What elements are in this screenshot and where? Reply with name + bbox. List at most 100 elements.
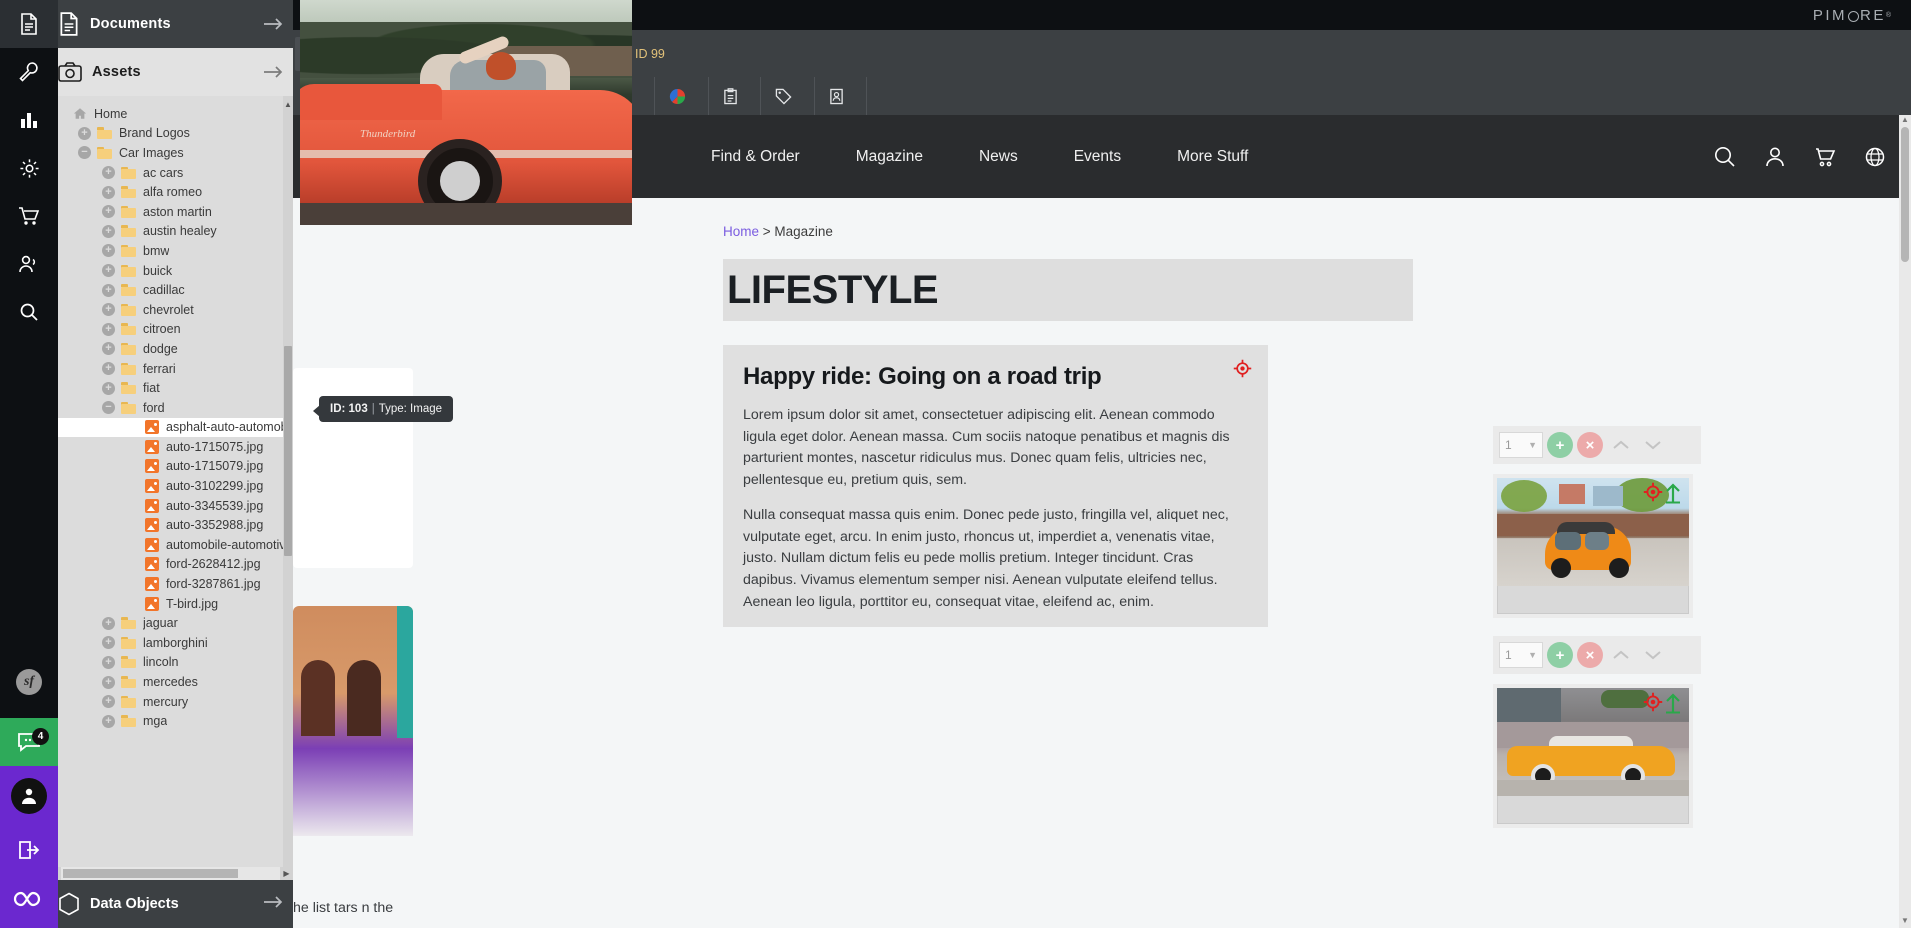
tree-node[interactable]: + dodge	[48, 339, 293, 359]
editable-target-icon[interactable]	[1233, 359, 1252, 383]
expand-arrow-icon[interactable]	[263, 895, 283, 914]
tree-node[interactable]: + cadillac	[48, 280, 293, 300]
tree-node[interactable]: + ac cars	[48, 163, 293, 183]
symfony-logo[interactable]: sf	[0, 646, 58, 718]
preview-vertical-scrollbar[interactable]: ▲ ▼	[1899, 115, 1911, 928]
search-rail-icon[interactable]	[0, 288, 58, 336]
add-block-button[interactable]: +	[1547, 432, 1573, 458]
logout-button[interactable]	[18, 830, 40, 870]
tab-tasks[interactable]	[709, 77, 762, 115]
expand-node-icon[interactable]: +	[102, 185, 115, 199]
block-count-select[interactable]: 1 ▼	[1499, 432, 1543, 458]
tree-node[interactable]: automobile-automotive-c	[48, 535, 293, 555]
move-block-up-button[interactable]	[1607, 432, 1635, 458]
documents-panel-header[interactable]: Documents	[48, 0, 293, 48]
tree-node[interactable]: auto-3352988.jpg	[48, 515, 293, 535]
settings-rail-icon[interactable]	[0, 144, 58, 192]
site-nav-link[interactable]: News	[979, 148, 1018, 166]
tree-node[interactable]: − ford	[48, 398, 293, 418]
tree-vertical-scrollbar[interactable]: ▲ ▼	[283, 96, 293, 880]
site-search-icon[interactable]	[1713, 145, 1737, 169]
delete-block-button[interactable]: ×	[1577, 642, 1603, 668]
tree-scroll-thumb[interactable]	[284, 346, 292, 556]
editable-target-icon[interactable]	[1643, 482, 1663, 507]
expand-node-icon[interactable]: +	[102, 342, 115, 356]
expand-node-icon[interactable]: +	[102, 695, 115, 709]
h-scroll-thumb[interactable]	[63, 869, 238, 878]
pimcore-infinity-icon[interactable]	[0, 870, 58, 928]
expand-arrow-icon[interactable]	[263, 65, 283, 79]
tree-node[interactable]: + Brand Logos	[48, 124, 293, 144]
chat-button[interactable]: 4	[0, 718, 58, 766]
tree-node[interactable]: asphalt-auto-automobile-	[48, 417, 293, 438]
tree-node[interactable]: Home	[48, 104, 293, 124]
site-language-icon[interactable]	[1863, 145, 1887, 169]
expand-node-icon[interactable]: +	[102, 362, 115, 376]
article-title[interactable]: Happy ride: Going on a road trip	[743, 363, 1248, 391]
tree-node[interactable]: + lincoln	[48, 653, 293, 673]
expand-node-icon[interactable]: +	[102, 166, 115, 180]
expand-arrow-icon[interactable]	[263, 17, 283, 31]
avatar[interactable]	[11, 778, 47, 814]
tree-node[interactable]: + citroen	[48, 320, 293, 340]
website-preview[interactable]: Find & Order Magazine News Events More Stuff	[293, 115, 1911, 928]
tree-node[interactable]: + jaguar	[48, 613, 293, 633]
expand-node-icon[interactable]: +	[102, 616, 115, 630]
block-count-select[interactable]: 1 ▼	[1499, 642, 1543, 668]
tree-node[interactable]: + mga	[48, 711, 293, 731]
add-block-button[interactable]: +	[1547, 642, 1573, 668]
expand-node-icon[interactable]: +	[102, 655, 115, 669]
tree-node[interactable]: + bmw	[48, 241, 293, 261]
breadcrumb-home-link[interactable]: Home	[723, 224, 759, 239]
tree-node[interactable]: + ferrari	[48, 359, 293, 379]
scroll-up-icon[interactable]: ▲	[1899, 115, 1911, 127]
tree-node[interactable]: auto-3102299.jpg	[48, 476, 293, 496]
tree-node[interactable]: + buick	[48, 261, 293, 281]
editable-target-icon[interactable]	[1643, 692, 1663, 717]
tools-rail-icon[interactable]	[0, 48, 58, 96]
scroll-up-icon[interactable]: ▲	[283, 98, 293, 110]
move-block-down-button[interactable]	[1639, 642, 1667, 668]
expand-node-icon[interactable]: +	[102, 283, 115, 297]
upload-arrow-icon[interactable]	[1663, 482, 1683, 509]
tree-node[interactable]: + aston martin	[48, 202, 293, 222]
site-nav-link[interactable]: More Stuff	[1177, 148, 1248, 166]
reports-rail-icon[interactable]	[0, 96, 58, 144]
expand-node-icon[interactable]: +	[102, 303, 115, 317]
expand-node-icon[interactable]: +	[102, 636, 115, 650]
expand-node-icon[interactable]: +	[102, 675, 115, 689]
asset-tree[interactable]: Home + Brand Logos − Car Images + ac cars + alfa…	[48, 96, 293, 880]
article-paragraph-1[interactable]: Lorem ipsum dolor sit amet, consectetuer…	[743, 405, 1248, 491]
upload-arrow-icon[interactable]	[1663, 692, 1683, 719]
site-cart-icon[interactable]	[1813, 145, 1837, 169]
article-paragraph-2[interactable]: Nulla consequat massa quis enim. Donec p…	[743, 505, 1248, 613]
move-block-up-button[interactable]	[1607, 642, 1635, 668]
tree-node[interactable]: ford-2628412.jpg	[48, 555, 293, 575]
site-nav-link[interactable]: Events	[1074, 148, 1121, 166]
tree-node[interactable]: − Car Images	[48, 143, 293, 163]
preview-scroll-thumb[interactable]	[1901, 127, 1909, 262]
tree-node[interactable]: + chevrolet	[48, 300, 293, 320]
h-scroll-track[interactable]	[61, 867, 280, 880]
assets-panel-header[interactable]: Assets	[48, 48, 293, 96]
expand-node-icon[interactable]: +	[102, 205, 115, 219]
tree-node[interactable]: + mercedes	[48, 672, 293, 692]
image-drop-area[interactable]	[1493, 474, 1693, 618]
tree-node[interactable]: + lamborghini	[48, 633, 293, 653]
tree-node[interactable]: + fiat	[48, 378, 293, 398]
tree-node[interactable]: + mercury	[48, 692, 293, 712]
tree-horizontal-scrollbar[interactable]: ◀ ▶	[48, 867, 293, 880]
article-block[interactable]: Happy ride: Going on a road trip Lorem i…	[723, 345, 1268, 628]
expand-node-icon[interactable]: +	[102, 224, 115, 238]
collapse-node-icon[interactable]: −	[78, 146, 91, 160]
move-block-down-button[interactable]	[1639, 432, 1667, 458]
collapse-node-icon[interactable]: −	[102, 401, 115, 415]
expand-node-icon[interactable]: +	[102, 714, 115, 728]
expand-node-icon[interactable]: +	[102, 244, 115, 258]
tree-node[interactable]: + austin healey	[48, 222, 293, 242]
tab-tags[interactable]	[761, 77, 816, 115]
scroll-right-icon[interactable]: ▶	[280, 869, 293, 878]
tree-node[interactable]: auto-3345539.jpg	[48, 496, 293, 516]
expand-node-icon[interactable]: +	[102, 381, 115, 395]
delete-block-button[interactable]: ×	[1577, 432, 1603, 458]
